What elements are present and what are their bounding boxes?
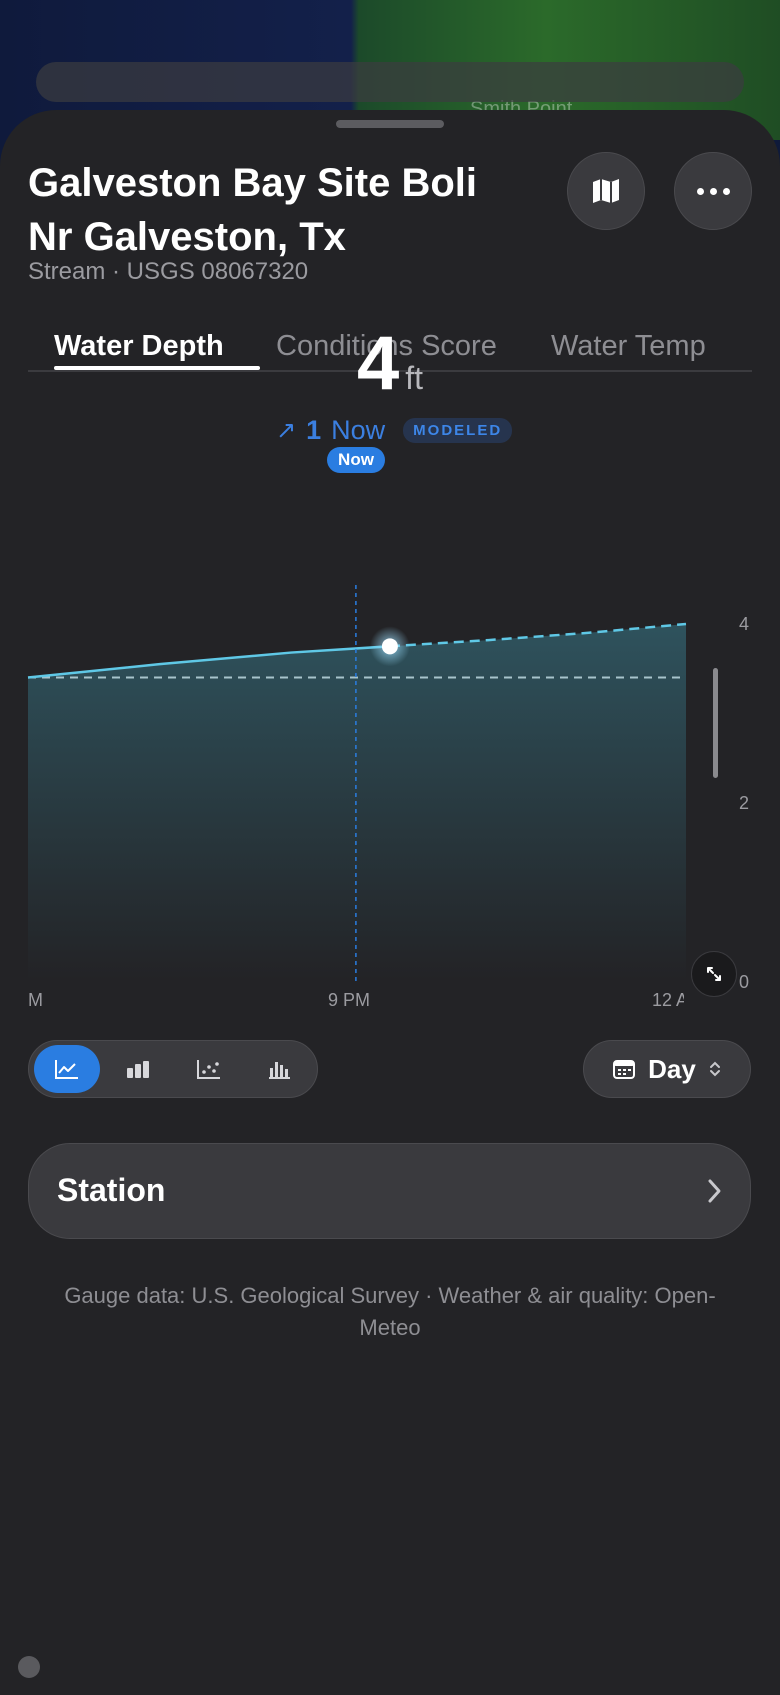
station-title: Galveston Bay Site Boli Nr Galveston, Tx: [28, 161, 478, 259]
x-tick-label: 12 A: [652, 990, 684, 1010]
chart-scroll-indicator[interactable]: [713, 668, 718, 778]
trend-row: ↗ 1 Now MODELED: [276, 415, 513, 446]
chart-type-selector: [28, 1040, 318, 1098]
up-down-chevron-icon: [709, 1061, 720, 1077]
expand-chart-button[interactable]: [691, 951, 737, 997]
current-reading: 4 ft: [0, 320, 780, 407]
map-button[interactable]: [567, 152, 645, 230]
trend-up-arrow-icon: ↗: [276, 417, 297, 444]
x-tick-label: 9 PM: [328, 990, 371, 1010]
reading-value: 4: [356, 321, 400, 406]
station-row[interactable]: Station: [28, 1143, 751, 1239]
modeled-badge: MODELED: [403, 418, 513, 443]
bar-chart-icon: [127, 1061, 149, 1078]
ellipsis-icon: [696, 187, 730, 195]
trend-label: Now: [331, 415, 386, 445]
expand-icon: [707, 967, 721, 981]
line-chart-button[interactable]: [34, 1045, 100, 1093]
period-selector-button[interactable]: Day: [583, 1040, 751, 1098]
histogram-button[interactable]: [247, 1045, 313, 1093]
calendar-icon: [613, 1060, 636, 1079]
station-label: Station: [57, 1172, 166, 1208]
trend-value: 1: [306, 415, 322, 445]
reading-unit: ft: [405, 360, 424, 396]
period-label: Day: [648, 1053, 696, 1084]
line-chart-icon: [55, 1060, 78, 1079]
x-tick-label: M: [28, 990, 43, 1010]
map-icon: [593, 179, 619, 203]
more-options-button[interactable]: [674, 152, 752, 230]
histogram-icon: [269, 1062, 290, 1079]
scatter-chart-button[interactable]: [176, 1045, 242, 1093]
chevron-right-icon: [708, 1179, 721, 1203]
now-marker-pill: Now: [327, 447, 385, 473]
scatter-chart-icon: [197, 1060, 220, 1079]
data-attribution: Gauge data: U.S. Geological Survey · Wea…: [64, 1283, 716, 1340]
background-card: [36, 62, 744, 102]
home-indicator-dot: [18, 1656, 40, 1678]
bar-chart-button[interactable]: [105, 1045, 171, 1093]
y-tick-label: 4: [739, 614, 750, 634]
station-subtitle: Stream · USGS 08067320: [28, 258, 309, 285]
y-tick-label: 0: [739, 972, 750, 992]
y-tick-label: 2: [739, 793, 750, 813]
sheet-grabber[interactable]: [336, 120, 444, 128]
